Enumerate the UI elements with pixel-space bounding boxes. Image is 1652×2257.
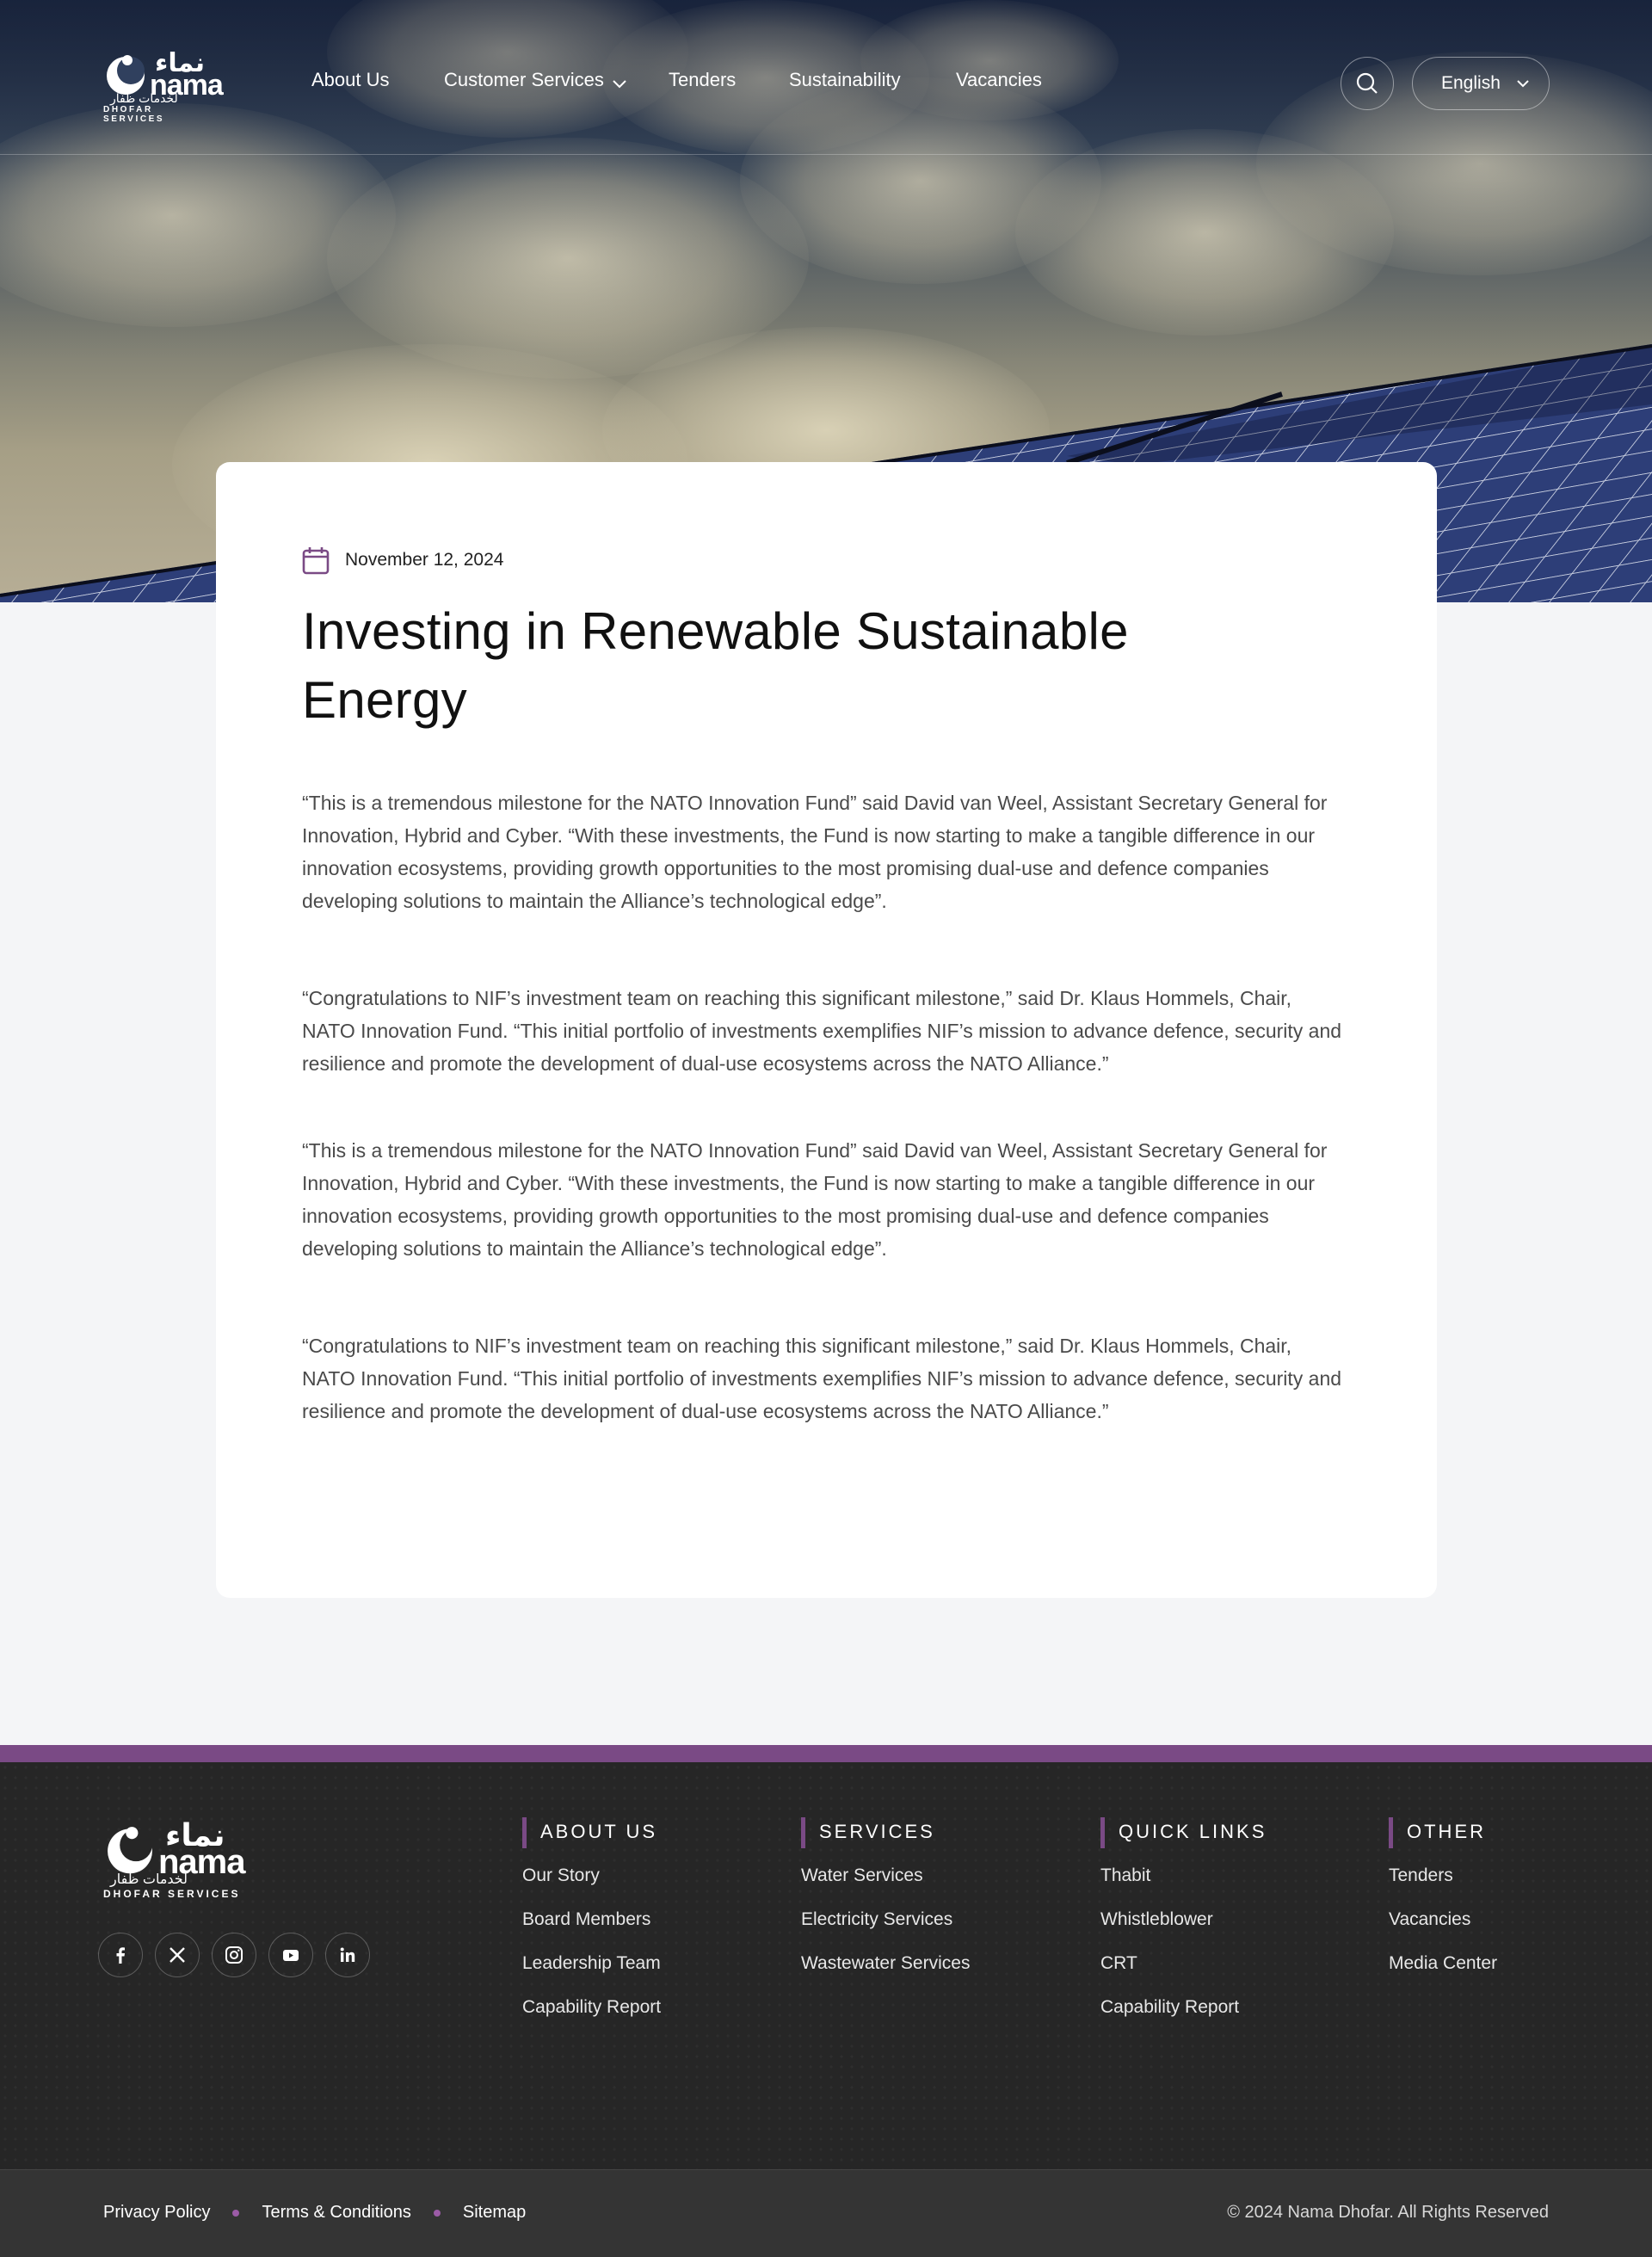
footer-link[interactable]: Water Services — [801, 1865, 970, 1909]
footer-link[interactable]: CRT — [1100, 1953, 1267, 1997]
footer-column-heading: SERVICES — [801, 1817, 970, 1848]
language-label: English — [1441, 73, 1501, 93]
footer-column-about-us: ABOUT US Our Story Board Members Leaders… — [522, 1817, 661, 2041]
youtube-icon — [283, 1950, 299, 1961]
nav-customer-services[interactable]: Customer Services — [444, 69, 604, 91]
logo-arabic-tagline: لخدمات ظفار — [110, 91, 178, 105]
facebook-icon — [116, 1947, 125, 1964]
nav-sustainability[interactable]: Sustainability — [789, 69, 901, 91]
footer-link[interactable]: Board Members — [522, 1909, 661, 1953]
chevron-down-icon[interactable] — [611, 79, 628, 89]
sitemap-link[interactable]: Sitemap — [463, 2203, 526, 2223]
site-footer: نماء nama لخدمات ظفار DHOFAR SERVICES AB… — [0, 1762, 1652, 2169]
article-paragraph: “This is a tremendous milestone for the … — [302, 1139, 1328, 1260]
footer-link[interactable]: Capability Report — [522, 1997, 661, 2041]
footer-column-heading: ABOUT US — [522, 1817, 661, 1848]
footer-column-heading: OTHER — [1389, 1817, 1497, 1848]
logo-mark-icon — [108, 1827, 152, 1874]
calendar-icon — [302, 547, 330, 575]
footer-link[interactable]: Media Center — [1389, 1953, 1497, 1997]
privacy-policy-link[interactable]: Privacy Policy — [103, 2203, 210, 2223]
footer-link[interactable]: Leadership Team — [522, 1953, 661, 1997]
x-icon — [170, 1947, 185, 1963]
logo-tagline: DHOFAR SERVICES — [103, 105, 165, 124]
article-title: Investing in Renewable Sustainable Energ… — [302, 602, 1129, 729]
footer-link[interactable]: Tenders — [1389, 1865, 1497, 1909]
footer-link[interactable]: Our Story — [522, 1865, 661, 1909]
footer-column-services: SERVICES Water Services Electricity Serv… — [801, 1817, 970, 1997]
x-link[interactable] — [155, 1933, 200, 1977]
article-paragraph: “Congratulations to NIF’s investment tea… — [302, 1335, 1342, 1422]
legal-links: Privacy Policy Terms & Conditions Sitema… — [103, 2203, 526, 2223]
nav-about-us[interactable]: About Us — [311, 69, 390, 91]
nama-logo[interactable]: نماء nama لخدمات ظفار DHOFAR SERVICES — [102, 48, 224, 124]
footer-link[interactable]: Thabit — [1100, 1865, 1267, 1909]
footer-column-heading: QUICK LINKS — [1100, 1817, 1267, 1848]
instagram-link[interactable] — [212, 1933, 256, 1977]
copyright-text: © 2024 Nama Dhofar. All Rights Reserved — [1227, 2203, 1549, 2222]
separator-dot — [232, 2209, 240, 2217]
footer-link[interactable]: Whistleblower — [1100, 1909, 1267, 1953]
footer-link[interactable]: Capability Report — [1100, 1997, 1267, 2041]
article-paragraph: “This is a tremendous milestone for the … — [302, 792, 1328, 912]
language-selector[interactable]: English — [1412, 57, 1550, 110]
site-header: نماء nama لخدمات ظفار DHOFAR SERVICES Ab… — [0, 0, 1652, 155]
facebook-link[interactable] — [98, 1933, 143, 1977]
instagram-icon — [225, 1946, 243, 1964]
footer-column-other: OTHER Tenders Vacancies Media Center — [1389, 1817, 1497, 1997]
article-date: November 12, 2024 — [345, 550, 504, 570]
terms-conditions-link[interactable]: Terms & Conditions — [262, 2203, 410, 2223]
article-paragraph: “Congratulations to NIF’s investment tea… — [302, 987, 1342, 1075]
footer-link[interactable]: Vacancies — [1389, 1909, 1497, 1953]
youtube-link[interactable] — [268, 1933, 313, 1977]
search-icon — [1356, 72, 1378, 94]
footer-column-quick-links: QUICK LINKS Thabit Whistleblower CRT Cap… — [1100, 1817, 1267, 2041]
linkedin-link[interactable] — [325, 1933, 370, 1977]
logo-tagline: DHOFAR SERVICES — [103, 1888, 241, 1900]
logo-arabic-tagline: لخدمات ظفار — [110, 1872, 188, 1887]
social-links — [98, 1933, 370, 1977]
chevron-down-icon — [1517, 80, 1529, 88]
article-date-row: November 12, 2024 — [302, 546, 503, 575]
search-button[interactable] — [1341, 57, 1394, 110]
nav-vacancies[interactable]: Vacancies — [956, 69, 1042, 91]
footer-accent-bar — [0, 1745, 1652, 1762]
footer-link[interactable]: Wastewater Services — [801, 1953, 970, 1997]
footer-logo[interactable]: نماء nama لخدمات ظفار DHOFAR SERVICES — [102, 1817, 248, 1903]
footer-bottom-bar: Privacy Policy Terms & Conditions Sitema… — [0, 2169, 1652, 2257]
nav-tenders[interactable]: Tenders — [669, 69, 736, 91]
footer-link[interactable]: Electricity Services — [801, 1909, 970, 1953]
article-card: November 12, 2024 Investing in Renewable… — [216, 462, 1437, 1598]
separator-dot — [433, 2209, 441, 2217]
linkedin-icon — [340, 1947, 355, 1962]
